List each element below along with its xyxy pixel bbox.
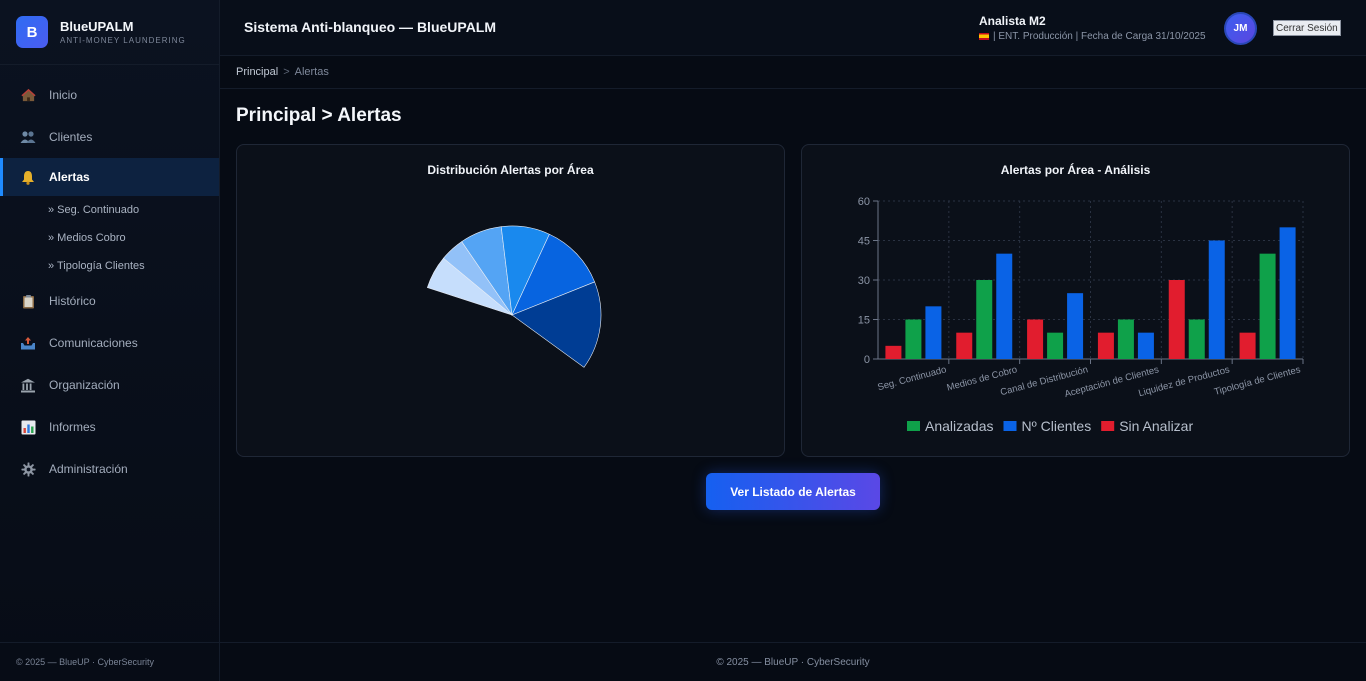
gear-icon [20, 461, 36, 477]
sidebar-item-inicio[interactable]: Inicio [0, 74, 219, 116]
legend-swatch [907, 421, 920, 431]
bar[interactable] [1279, 227, 1296, 359]
bell-icon [20, 169, 36, 185]
bar-chart: 015304560Seg. ContinuadoMedios de CobroC… [858, 196, 1304, 434]
user-info: Analista M2 | ENT. Producción | Fecha de… [979, 14, 1206, 42]
user-meta: | ENT. Producción | Fecha de Carga 31/10… [979, 31, 1206, 42]
sidebar-footer: © 2025 — BlueUP · CyberSecurity [0, 642, 219, 681]
bar[interactable] [1168, 280, 1185, 359]
sidebar-item-administracion[interactable]: Administración [0, 448, 219, 490]
sidebar-item-label: Inicio [49, 88, 78, 102]
sidebar-nav: Inicio Clientes Alertas » Seg. Continuad… [0, 74, 219, 490]
brand-logo[interactable]: B [16, 16, 48, 48]
bar[interactable] [976, 280, 993, 359]
user-meta-text: | ENT. Producción | Fecha de Carga 31/10… [993, 31, 1206, 42]
legend-label: Sin Analizar [1119, 418, 1193, 434]
bar[interactable] [1208, 240, 1225, 360]
sidebar-item-clientes[interactable]: Clientes [0, 116, 219, 158]
house-icon [20, 87, 36, 103]
sidebar-item-label: Informes [49, 420, 96, 434]
sidebar-item-label: Administración [49, 462, 128, 476]
avatar[interactable]: JM [1224, 12, 1257, 45]
clipboard-icon [20, 293, 36, 309]
brand-name: BlueUPALM [60, 19, 134, 34]
brand: B BlueUPALM ANTI-MONEY LAUNDERING [0, 0, 219, 65]
main-footer: © 2025 — BlueUP · CyberSecurity [220, 642, 1366, 681]
legend-swatch [1101, 421, 1115, 431]
logout-button[interactable]: Cerrar Sesión [1273, 20, 1341, 36]
sidebar-item-label: Histórico [49, 294, 96, 308]
sidebar-item-label: Comunicaciones [49, 336, 138, 350]
sidebar-item-alertas[interactable]: Alertas [0, 158, 219, 196]
sidebar-item-comunicaciones[interactable]: Comunicaciones [0, 322, 219, 364]
bank-icon [20, 377, 36, 393]
sidebar-item-label: Alertas [49, 170, 90, 184]
legend-label: Nº Clientes [1022, 418, 1092, 434]
sidebar-item-label: Clientes [49, 130, 93, 144]
top-header: Sistema Anti-blanqueo — BlueUPALM Analis… [220, 0, 1366, 56]
bar[interactable] [885, 345, 902, 359]
bar-chart-card: Alertas por Área - Análisis 0 15 30 45 60 Seg… [801, 144, 1350, 457]
brand-tagline: ANTI-MONEY LAUNDERING [60, 36, 186, 45]
legend-swatch [1003, 421, 1017, 431]
user-name: Analista M2 [979, 14, 1046, 28]
bar[interactable] [1097, 332, 1114, 359]
app-title: Sistema Anti-blanqueo — BlueUPALM [244, 19, 497, 35]
bar[interactable] [1239, 332, 1256, 359]
bar[interactable] [1047, 332, 1064, 359]
y-tick-label: 15 [858, 315, 870, 327]
bar[interactable] [956, 332, 973, 359]
bar[interactable] [1259, 253, 1276, 359]
bar-chart-icon [20, 419, 36, 435]
bar[interactable] [1067, 293, 1084, 359]
bar[interactable] [1027, 319, 1044, 360]
pie-chart [426, 225, 602, 368]
sidebar-item-organizacion[interactable]: Organización [0, 364, 219, 406]
bar[interactable] [1137, 332, 1154, 359]
page-title: Principal > Alertas [236, 105, 402, 126]
bar[interactable] [905, 319, 922, 360]
legend-label: Analizadas [925, 418, 994, 434]
sidebar-subitem-seg-continuado[interactable]: » Seg. Continuado [0, 196, 219, 224]
x-tick-label: Seg. Continuado [876, 364, 947, 393]
y-tick-label: 30 [858, 275, 870, 287]
sidebar-item-historico[interactable]: Histórico [0, 280, 219, 322]
breadcrumb: Principal > Alertas [220, 56, 1366, 89]
spain-flag-icon [979, 33, 989, 40]
outbox-icon [20, 335, 36, 351]
y-tick-label: 45 [858, 236, 870, 248]
breadcrumb-home[interactable]: Principal [236, 66, 278, 78]
sidebar-item-informes[interactable]: Informes [0, 406, 219, 448]
sidebar-item-label: Organización [49, 378, 120, 392]
pie-chart-card: Distribución Alertas por Área [236, 144, 785, 457]
view-alerts-list-button[interactable]: Ver Listado de Alertas [706, 473, 880, 510]
sidebar: B BlueUPALM ANTI-MONEY LAUNDERING Inicio… [0, 0, 220, 681]
bar[interactable] [925, 306, 942, 359]
y-tick-label: 0 [864, 354, 870, 366]
bar[interactable] [1117, 319, 1134, 360]
bar[interactable] [1188, 319, 1205, 360]
users-icon [20, 129, 36, 145]
y-tick-label: 60 [858, 196, 870, 208]
breadcrumb-separator: > [283, 66, 290, 78]
sidebar-subitem-medios-cobro[interactable]: » Medios Cobro [0, 224, 219, 252]
breadcrumb-current: Alertas [294, 66, 329, 78]
bar[interactable] [996, 253, 1013, 359]
sidebar-subitem-tipologia-clientes[interactable]: » Tipología Clientes [0, 252, 219, 280]
